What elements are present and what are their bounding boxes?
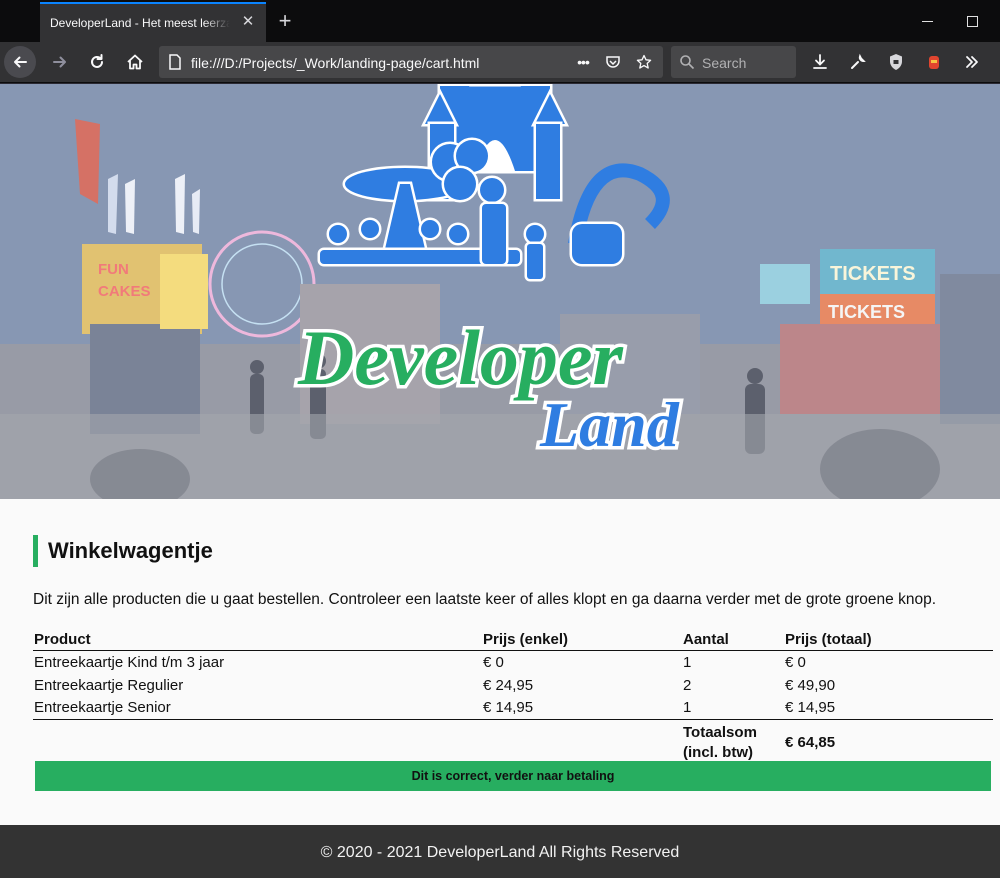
- column-header-unit-price: Prijs (enkel): [482, 629, 682, 651]
- quantity: 2: [683, 676, 692, 694]
- overflow-menu-button[interactable]: [956, 46, 988, 78]
- table-row: Entreekaartje Senior € 14,95 1 € 14,95: [33, 697, 993, 720]
- page-info-icon[interactable]: [167, 54, 183, 70]
- unit-price: € 0: [483, 653, 504, 671]
- shield-extension-button[interactable]: [880, 46, 912, 78]
- page-actions-icon[interactable]: •••: [575, 54, 591, 70]
- column-header-quantity: Aantal: [682, 629, 784, 651]
- cart-section: Winkelwagentje Dit zijn alle producten d…: [0, 499, 1000, 825]
- product-name: Entreekaartje Regulier: [34, 676, 184, 694]
- forward-arrow-icon: [53, 56, 66, 68]
- total-label-line-2: (incl. btw): [683, 743, 753, 761]
- pocket-icon[interactable]: [605, 54, 621, 70]
- download-icon: [813, 54, 827, 69]
- wrench-icon: [851, 53, 866, 69]
- table-row: Entreekaartje Regulier € 24,95 2 € 49,90: [33, 674, 993, 697]
- confirm-checkout-button[interactable]: Dit is correct, verder naar betaling: [35, 761, 991, 791]
- footer: © 2020 - 2021 DeveloperLand All Rights R…: [0, 825, 1000, 878]
- home-icon: [127, 54, 143, 70]
- browser-titlebar: DeveloperLand - Het meest leerzame pretp…: [0, 0, 1000, 42]
- quantity: 1: [683, 653, 692, 671]
- browser-tab[interactable]: DeveloperLand - Het meest leerzame pretp…: [40, 2, 266, 42]
- extension-button[interactable]: [918, 46, 950, 78]
- total-value: € 64,85: [784, 719, 993, 766]
- search-input[interactable]: Search: [702, 55, 746, 71]
- home-button[interactable]: [119, 46, 151, 78]
- total-price: € 0: [785, 653, 806, 671]
- new-tab-button[interactable]: +: [272, 8, 298, 34]
- logo-subtitle: Land: [539, 389, 680, 460]
- column-header-total-price: Prijs (totaal): [784, 629, 993, 651]
- bookmark-star-icon[interactable]: [636, 54, 652, 70]
- forward-button[interactable]: [44, 46, 76, 78]
- unit-price: € 14,95: [483, 699, 534, 717]
- product-name: Entreekaartje Senior: [34, 699, 171, 717]
- total-empty-cell: [482, 719, 682, 766]
- url-text[interactable]: file:///D:/Projects/_Work/landing-page/c…: [191, 55, 479, 71]
- page-viewport: FUN CAKES TICKETS TICKETS Developer Land…: [0, 84, 1000, 878]
- total-row: Totaalsom (incl. btw) € 64,85: [33, 719, 993, 766]
- column-header-product: Product: [33, 629, 482, 651]
- total-price: € 14,95: [785, 699, 836, 717]
- reload-button[interactable]: [81, 46, 113, 78]
- cart-table: Product Prijs (enkel) Aantal Prijs (tota…: [33, 629, 993, 766]
- tab-close-icon[interactable]: ✕: [240, 14, 256, 30]
- search-bar[interactable]: Search: [671, 46, 796, 78]
- developer-tools-button[interactable]: [842, 46, 874, 78]
- total-label: Totaalsom (incl. btw): [682, 719, 784, 766]
- cart-heading: Winkelwagentje: [33, 535, 213, 567]
- logo-title: Developer: [297, 314, 623, 401]
- cart-intro-text: Dit zijn alle producten die u gaat beste…: [33, 591, 937, 608]
- total-empty-cell: [33, 719, 482, 766]
- browser-navbar: file:///D:/Projects/_Work/landing-page/c…: [0, 42, 1000, 83]
- minimize-window-button[interactable]: [916, 12, 940, 32]
- unit-price: € 24,95: [483, 676, 534, 694]
- table-row: Entreekaartje Kind t/m 3 jaar € 0 1 € 0: [33, 651, 993, 674]
- back-button[interactable]: [4, 46, 36, 78]
- tab-title: DeveloperLand - Het meest leerzame pretp…: [50, 16, 230, 30]
- developerland-logo: Developer Land: [294, 84, 683, 464]
- downloads-button[interactable]: [804, 46, 836, 78]
- quantity: 1: [683, 699, 692, 717]
- shield-icon: [890, 54, 902, 70]
- url-bar[interactable]: file:///D:/Projects/_Work/landing-page/c…: [159, 46, 663, 78]
- total-price: € 49,90: [785, 676, 836, 694]
- hero-banner: FUN CAKES TICKETS TICKETS Developer Land: [0, 84, 1000, 499]
- product-name: Entreekaartje Kind t/m 3 jaar: [34, 653, 225, 671]
- chevron-double-right-icon: [966, 56, 978, 68]
- search-icon: [679, 54, 695, 70]
- back-arrow-icon: [14, 56, 27, 68]
- table-header-row: Product Prijs (enkel) Aantal Prijs (tota…: [33, 629, 993, 651]
- footer-copyright: © 2020 - 2021 DeveloperLand All Rights R…: [320, 844, 680, 861]
- reload-icon: [91, 54, 103, 68]
- extension-icon: [929, 56, 939, 69]
- maximize-window-button[interactable]: [960, 12, 984, 32]
- total-label-line-1: Totaalsom: [683, 723, 757, 741]
